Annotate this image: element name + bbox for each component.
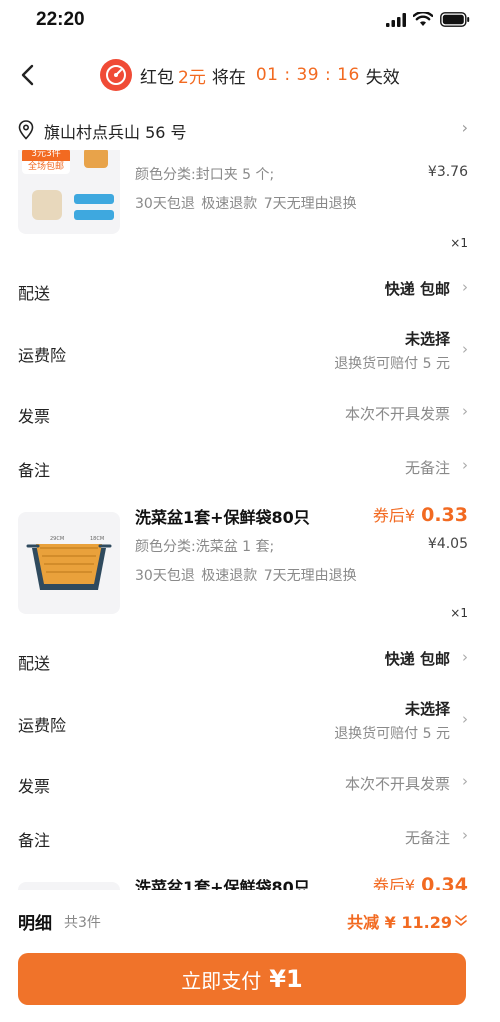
address-row[interactable]: 旗山村点兵山 56 号 ›	[0, 112, 500, 148]
hongbao-banner: 红包 2元 将在 01 : 39 : 16 失效	[100, 58, 400, 92]
remark-label: 备注	[18, 461, 51, 480]
colander-icon: 29CM 18CM	[26, 536, 112, 590]
header: 红包 2元 将在 01 : 39 : 16 失效	[0, 50, 500, 100]
product-title-3: 洗菜盆1套+保鲜袋80只	[135, 878, 310, 890]
chevron-left-icon	[21, 64, 34, 86]
discount-text: 共减 ¥ 11.29	[347, 913, 452, 932]
remark-row-1[interactable]: 备注 无备注 ›	[0, 455, 500, 495]
product-card-2[interactable]: 29CM 18CM 洗菜盆1套+保鲜袋80只 券后¥ 0.33 颜色分类:洗菜盆 …	[0, 502, 500, 620]
product-item-icon	[32, 190, 62, 220]
insurance-row-2[interactable]: 运费险 未选择 退换货可赔付 5 元 ›	[0, 698, 500, 748]
product-qty-1: ×1	[450, 236, 468, 250]
product-item-icon	[84, 150, 108, 168]
detail-label[interactable]: 明细	[18, 909, 52, 934]
product-item-icon	[74, 194, 114, 204]
svg-text:29CM: 29CM	[50, 536, 64, 542]
delivery-label: 配送	[18, 284, 51, 303]
insurance-value: 未选择	[404, 330, 450, 348]
svg-text:18CM: 18CM	[90, 536, 104, 542]
invoice-value: 本次不开具发票	[344, 775, 450, 793]
product-orig-price-2: ¥4.05	[427, 536, 468, 552]
address-text: 旗山村点兵山 56 号	[44, 123, 187, 142]
product-qty-2: ×1	[450, 606, 468, 620]
delivery-value: 快递 包邮	[384, 280, 450, 298]
wifi-icon	[413, 12, 433, 26]
remark-value: 无备注	[404, 829, 450, 847]
product-variant-1: 颜色分类:封口夹 5 个;	[135, 167, 275, 183]
remark-row-2[interactable]: 备注 无备注 ›	[0, 825, 500, 865]
pay-label: 立即支付	[181, 968, 262, 993]
detail-count: 共3件	[64, 915, 101, 931]
invoice-label: 发票	[18, 777, 51, 796]
product-image-1: 3元3件 全场包邮	[18, 150, 120, 234]
delivery-label: 配送	[18, 654, 51, 673]
invoice-label: 发票	[18, 407, 51, 426]
delivery-row-1[interactable]: 配送 快递 包邮 ›	[0, 270, 500, 310]
chevron-right-icon: ›	[461, 118, 468, 137]
insurance-row-1[interactable]: 运费险 未选择 退换货可赔付 5 元 ›	[0, 328, 500, 378]
double-chevron-down-icon	[455, 915, 467, 927]
product-title-2: 洗菜盆1套+保鲜袋80只	[135, 508, 310, 527]
back-button[interactable]	[12, 60, 42, 90]
chevron-right-icon: ›	[462, 402, 468, 420]
checkout-bar: 明细 共3件 共减 ¥ 11.29 立即支付 ¥1	[0, 893, 500, 1022]
status-bar: 22:20	[0, 0, 500, 40]
status-icons	[386, 12, 470, 27]
remark-label: 备注	[18, 831, 51, 850]
product-price-3: 券后¥ 0.34	[372, 874, 468, 890]
invoice-row-2[interactable]: 发票 本次不开具发票 ›	[0, 770, 500, 810]
hongbao-mid: 将在	[211, 67, 246, 88]
insurance-sub: 退换货可赔付 5 元	[334, 356, 450, 372]
battery-icon	[440, 12, 470, 27]
chevron-right-icon: ›	[462, 648, 468, 666]
chevron-right-icon: ›	[462, 826, 468, 844]
product-card-1[interactable]: 3元3件 全场包邮 颜色分类:封口夹 5 个; ¥3.76 30天包退 极速退款…	[0, 150, 500, 250]
remark-value: 无备注	[404, 459, 450, 477]
hongbao-countdown: 01 : 39 : 16	[255, 65, 360, 85]
product-item-icon	[74, 210, 114, 220]
hongbao-suffix: 失效	[365, 67, 400, 88]
signal-icon	[386, 12, 406, 27]
chevron-right-icon: ›	[462, 772, 468, 790]
product-badge-1: 3元3件 全场包邮	[22, 150, 70, 174]
order-scroll-area[interactable]: 3元3件 全场包邮 颜色分类:封口夹 5 个; ¥3.76 30天包退 极速退款…	[0, 150, 500, 890]
product-tags-2: 30天包退 极速退款 7天无理由退换	[135, 568, 357, 584]
hongbao-amount: 2元	[178, 67, 206, 88]
insurance-value: 未选择	[404, 700, 450, 718]
product-tags-1: 30天包退 极速退款 7天无理由退换	[135, 196, 357, 212]
hongbao-prefix: 红包	[140, 67, 174, 88]
insurance-label: 运费险	[18, 346, 67, 365]
pay-amount: ¥1	[269, 965, 303, 993]
chevron-right-icon: ›	[462, 278, 468, 296]
location-pin-icon	[18, 120, 34, 140]
product-orig-price-1: ¥3.76	[427, 164, 468, 180]
product-variant-2: 颜色分类:洗菜盆 1 套;	[135, 539, 275, 555]
invoice-value: 本次不开具发票	[344, 405, 450, 423]
product-image-3	[18, 882, 120, 890]
delivery-row-2[interactable]: 配送 快递 包邮 ›	[0, 640, 500, 680]
pay-now-button[interactable]: 立即支付 ¥1	[18, 953, 466, 1005]
insurance-sub: 退换货可赔付 5 元	[334, 726, 450, 742]
insurance-label: 运费险	[18, 716, 67, 735]
chevron-right-icon: ›	[462, 710, 468, 728]
product-card-3[interactable]: 洗菜盆1套+保鲜袋80只 券后¥ 0.34	[0, 872, 500, 890]
product-image-2: 29CM 18CM	[18, 512, 120, 614]
delivery-value: 快递 包邮	[384, 650, 450, 668]
chevron-right-icon: ›	[462, 340, 468, 358]
hongbao-icon	[100, 59, 132, 91]
discount-toggle[interactable]: 共减 ¥ 11.29	[347, 909, 468, 933]
status-time: 22:20	[36, 9, 85, 30]
invoice-row-1[interactable]: 发票 本次不开具发票 ›	[0, 400, 500, 440]
product-price-2: 券后¥ 0.33	[372, 504, 468, 526]
chevron-right-icon: ›	[462, 456, 468, 474]
